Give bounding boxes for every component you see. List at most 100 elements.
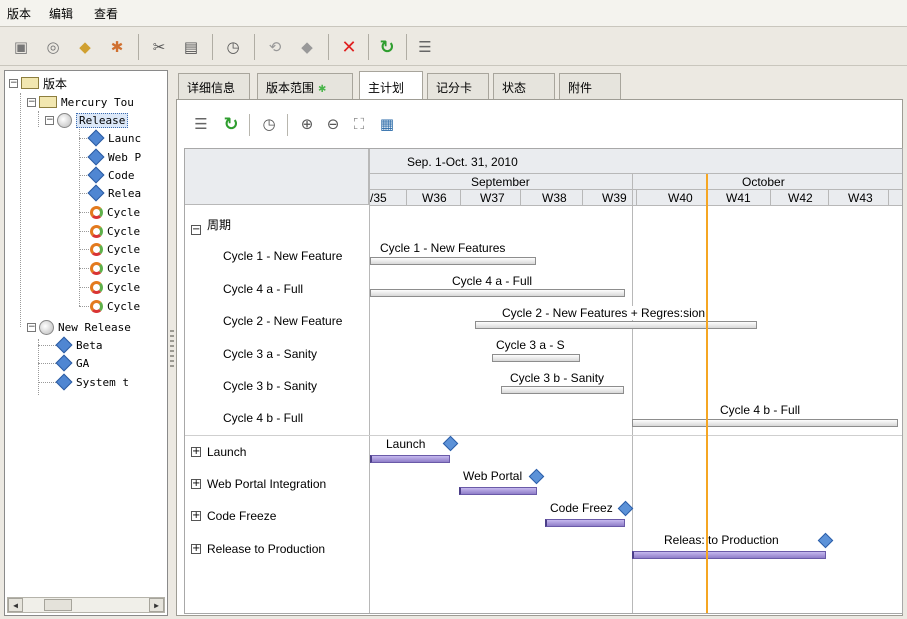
new-folder-icon[interactable]: ▣ bbox=[8, 34, 34, 60]
tab-attachments[interactable]: 附件 bbox=[559, 73, 621, 99]
refresh-icon[interactable]: ↻ bbox=[374, 34, 400, 60]
cycle-bar[interactable] bbox=[501, 386, 624, 394]
collapse-icon[interactable]: − bbox=[27, 322, 36, 332]
milestone-bar[interactable] bbox=[632, 551, 826, 559]
milestone-diamond-icon[interactable] bbox=[617, 500, 634, 517]
collapse-icon[interactable]: − bbox=[45, 115, 54, 125]
paste-icon[interactable]: ▤ bbox=[178, 34, 204, 60]
tab-release-scope[interactable]: 版本范围 ✱ bbox=[257, 73, 353, 99]
tree-release[interactable]: − Release bbox=[45, 111, 129, 129]
new-release-icon[interactable]: ◎ bbox=[40, 34, 66, 60]
menu-edit[interactable]: 编辑 bbox=[49, 5, 73, 22]
milestone-diamond-icon[interactable] bbox=[817, 532, 834, 549]
bar-label: Web Portal bbox=[462, 469, 524, 483]
milestone-icon bbox=[87, 148, 105, 166]
zoom-out-icon[interactable]: ⊖ bbox=[321, 112, 345, 136]
milestone-bar[interactable] bbox=[459, 487, 537, 495]
cycle-icon bbox=[90, 242, 103, 256]
milestone-bar[interactable] bbox=[370, 455, 450, 463]
week-label: W40 bbox=[668, 191, 693, 205]
today-marker bbox=[706, 174, 708, 613]
date-range-label: Sep. 1-Oct. 31, 2010 bbox=[407, 155, 518, 169]
cycle-bar[interactable] bbox=[475, 321, 757, 329]
add-icon[interactable]: ✱ bbox=[104, 34, 130, 60]
scroll-left-icon[interactable]: ◀ bbox=[8, 598, 23, 612]
scroll-right-icon[interactable]: ▶ bbox=[149, 598, 164, 612]
tab-details[interactable]: 详细信息 bbox=[178, 73, 250, 99]
tab-scorecard[interactable]: 记分卡 bbox=[427, 73, 489, 99]
schedule-icon[interactable]: ◷ bbox=[220, 34, 246, 60]
expand-icon[interactable]: + bbox=[191, 511, 201, 521]
panel-splitter[interactable] bbox=[170, 330, 174, 370]
tab-status[interactable]: 状态 bbox=[493, 73, 555, 99]
collapse-icon[interactable]: − bbox=[191, 225, 201, 235]
tree-root[interactable]: − 版本 bbox=[9, 74, 67, 92]
delete-icon[interactable]: ✕ bbox=[336, 34, 362, 60]
tree-milestone[interactable]: Web P bbox=[87, 148, 141, 166]
month-label: September bbox=[471, 175, 530, 189]
milestone-diamond-icon[interactable] bbox=[528, 468, 545, 485]
tree-milestone[interactable]: Beta bbox=[55, 336, 103, 354]
collapse-icon[interactable]: − bbox=[27, 97, 36, 107]
new-cycle-icon[interactable]: ◆ bbox=[72, 34, 98, 60]
expand-icon[interactable]: + bbox=[191, 544, 201, 554]
tab-master-plan[interactable]: 主计划 bbox=[359, 71, 423, 99]
expand-icon[interactable]: + bbox=[191, 447, 201, 457]
menu-release[interactable]: 版本 bbox=[7, 5, 31, 22]
milestone-diamond-icon[interactable] bbox=[442, 435, 459, 452]
tree-folder[interactable]: − Mercury Tou bbox=[27, 93, 134, 111]
row-label-cycle[interactable]: Cycle 2 - New Feature bbox=[223, 314, 342, 328]
schedule-icon[interactable]: ◷ bbox=[257, 112, 281, 136]
zoom-in-icon[interactable]: ⊕ bbox=[295, 112, 319, 136]
timeline-range-header: Sep. 1-Oct. 31, 2010 bbox=[370, 149, 902, 174]
milestone-bar[interactable] bbox=[545, 519, 625, 527]
tree-release[interactable]: − New Release bbox=[27, 318, 131, 336]
row-label-cycle[interactable]: Cycle 3 a - Sanity bbox=[223, 347, 317, 361]
tree-milestone[interactable]: Code bbox=[87, 166, 135, 184]
tree-cycle[interactable]: Cycle bbox=[90, 278, 140, 296]
row-label-cycle[interactable]: Cycle 4 b - Full bbox=[223, 411, 303, 425]
month-label: October bbox=[742, 175, 785, 189]
horizontal-scrollbar[interactable]: ◀ ▶ bbox=[7, 597, 165, 613]
collapse-icon[interactable]: − bbox=[9, 78, 18, 88]
tree-milestone[interactable]: GA bbox=[55, 354, 89, 372]
tree-milestone[interactable]: System t bbox=[55, 373, 129, 391]
tree-milestone[interactable]: Relea bbox=[87, 184, 141, 202]
details-icon[interactable]: ☰ bbox=[412, 34, 438, 60]
menu-view[interactable]: 查看 bbox=[94, 5, 118, 22]
tree-milestone[interactable]: Launc bbox=[87, 129, 141, 147]
milestone-icon bbox=[87, 166, 105, 184]
tree-cycle[interactable]: Cycle bbox=[90, 297, 140, 315]
row-header bbox=[185, 149, 369, 205]
link-icon[interactable]: ◆ bbox=[294, 34, 320, 60]
cycle-icon bbox=[90, 205, 103, 219]
cycle-bar[interactable] bbox=[492, 354, 580, 362]
cycle-bar[interactable] bbox=[370, 289, 625, 297]
expand-icon[interactable]: + bbox=[191, 479, 201, 489]
cycle-bar[interactable] bbox=[632, 419, 898, 427]
fit-to-window-icon[interactable]: ⛶ bbox=[347, 112, 371, 136]
scroll-thumb[interactable] bbox=[44, 599, 72, 611]
row-label-milestone[interactable]: Code Freeze bbox=[207, 509, 276, 523]
row-label-cycle[interactable]: Cycle 4 a - Full bbox=[223, 282, 303, 296]
cycle-bar[interactable] bbox=[370, 257, 536, 265]
edit-icon[interactable]: ☰ bbox=[189, 112, 213, 136]
row-label-milestone[interactable]: Web Portal Integration bbox=[207, 477, 326, 491]
refresh-icon[interactable]: ↻ bbox=[219, 112, 243, 136]
row-label-cycle[interactable]: Cycle 1 - New Feature bbox=[223, 249, 342, 263]
row-label-milestone[interactable]: Release to Production bbox=[207, 542, 325, 556]
bar-label: Cycle 1 - New Features bbox=[379, 241, 507, 255]
tree-cycle[interactable]: Cycle bbox=[90, 203, 140, 221]
cycle-icon bbox=[90, 299, 103, 313]
tree-cycle[interactable]: Cycle bbox=[90, 240, 140, 258]
gantt-chart: Sep. 1-Oct. 31, 2010 September October /… bbox=[184, 148, 903, 614]
tree-cycle[interactable]: Cycle bbox=[90, 259, 140, 277]
row-label-cycle[interactable]: Cycle 3 b - Sanity bbox=[223, 379, 317, 393]
export-icon[interactable]: ▦ bbox=[375, 112, 399, 136]
menu-bar: 版本 编辑 查看 bbox=[0, 0, 907, 27]
tree-cycle[interactable]: Cycle bbox=[90, 222, 140, 240]
week-label: W42 bbox=[788, 191, 813, 205]
cut-icon[interactable]: ✂ bbox=[146, 34, 172, 60]
assign-icon[interactable]: ⟲ bbox=[262, 34, 288, 60]
row-label-milestone[interactable]: Launch bbox=[207, 445, 246, 459]
